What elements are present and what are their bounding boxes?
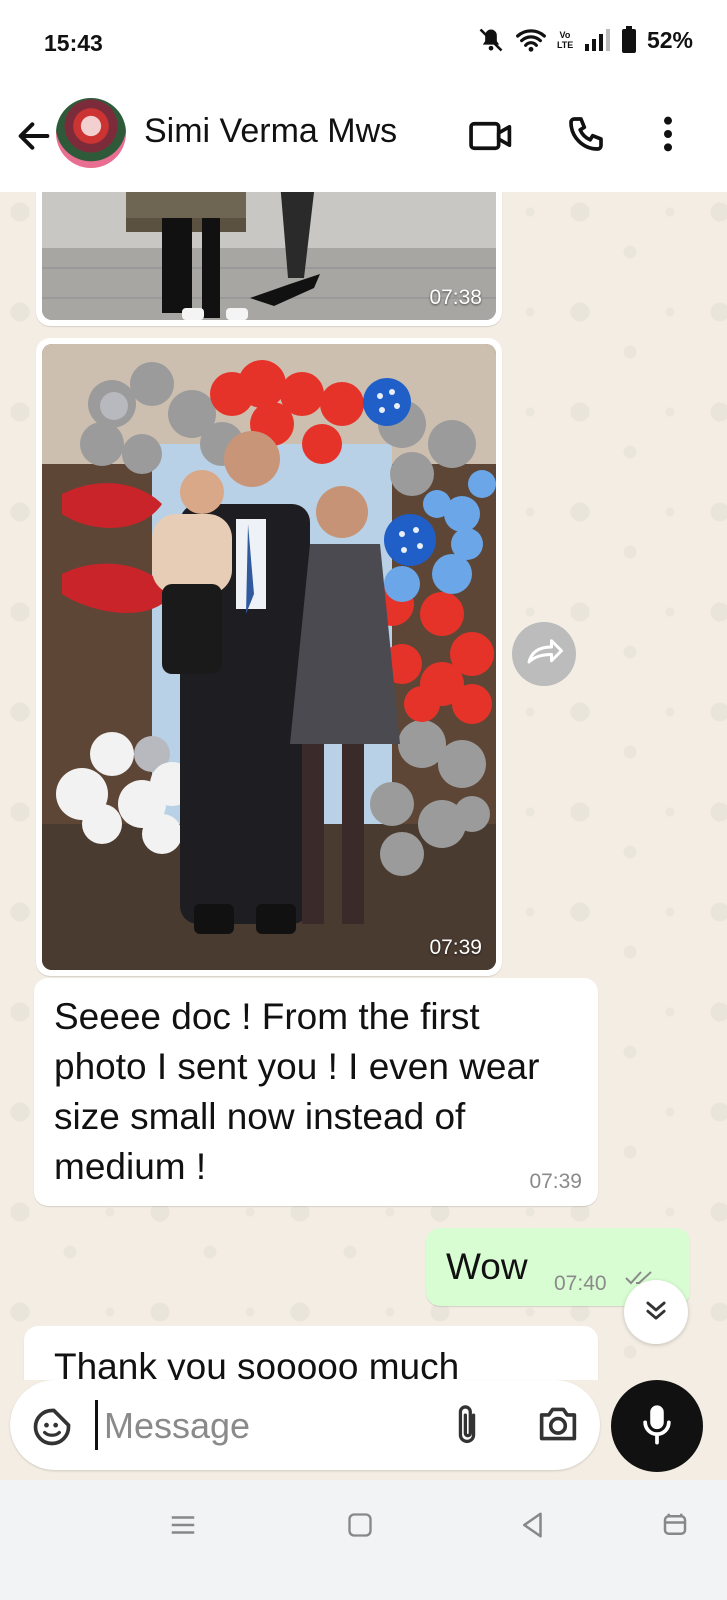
image-message[interactable]: 07:39 [36,338,502,976]
message-input-bar[interactable] [10,1380,600,1470]
text-cursor [95,1400,98,1450]
message-time: 07:40 [554,1272,607,1295]
system-nav-bar [0,1480,727,1600]
image-message[interactable]: 07:38 [36,192,502,326]
status-icons: Vo LTE 52% [477,26,693,54]
status-bar: 15:43 Vo LTE 52% [0,0,727,88]
message-input[interactable] [102,1400,426,1452]
photo-thumbnail[interactable]: 07:39 [42,344,496,970]
sticker-emoji-icon[interactable] [30,1405,74,1454]
message-composer [0,1380,727,1480]
incoming-message[interactable]: Thank you sooooo much [24,1326,598,1380]
microphone-icon [639,1402,675,1451]
recent-apps-icon[interactable] [168,1510,198,1545]
camera-icon[interactable] [536,1404,580,1449]
forward-arrow-icon [524,637,564,672]
signal-icon [583,28,611,52]
message-time: 07:38 [429,286,482,309]
message-text: Seeee doc ! From the first photo I sent … [54,996,540,1187]
message-text: Wow [446,1246,528,1287]
message-text: Thank you sooooo much [54,1346,460,1380]
voice-message-button[interactable] [611,1380,703,1472]
back-triangle-icon[interactable] [518,1510,548,1545]
video-call-icon[interactable] [468,116,514,161]
assistant-icon[interactable] [660,1510,690,1545]
double-chevron-down-icon [642,1296,670,1329]
contact-name[interactable]: Simi Verma Mws [144,112,397,151]
avatar[interactable] [56,98,126,168]
photo-thumbnail[interactable]: 07:38 [42,192,496,320]
chat-header: Simi Verma Mws [0,88,727,193]
attach-paperclip-icon[interactable] [450,1402,484,1453]
phone-call-icon[interactable] [566,114,606,159]
battery-icon [621,26,637,54]
incoming-message[interactable]: Seeee doc ! From the first photo I sent … [34,978,598,1206]
status-time: 15:43 [44,30,103,56]
scroll-to-bottom-button[interactable] [624,1280,688,1344]
chat-area[interactable]: 07:38 07:39 Seeee doc ! From the first p… [0,192,727,1380]
message-time: 07:39 [529,1170,582,1193]
mute-bell-icon [477,26,505,54]
home-icon[interactable] [346,1510,374,1545]
back-arrow-icon[interactable] [14,116,54,156]
wifi-icon [515,26,547,54]
volte-icon: Vo LTE [556,30,574,50]
forward-button[interactable] [512,622,576,686]
message-time: 07:39 [429,936,482,959]
battery-percent: 52% [646,26,693,53]
more-options-icon[interactable] [654,114,682,159]
